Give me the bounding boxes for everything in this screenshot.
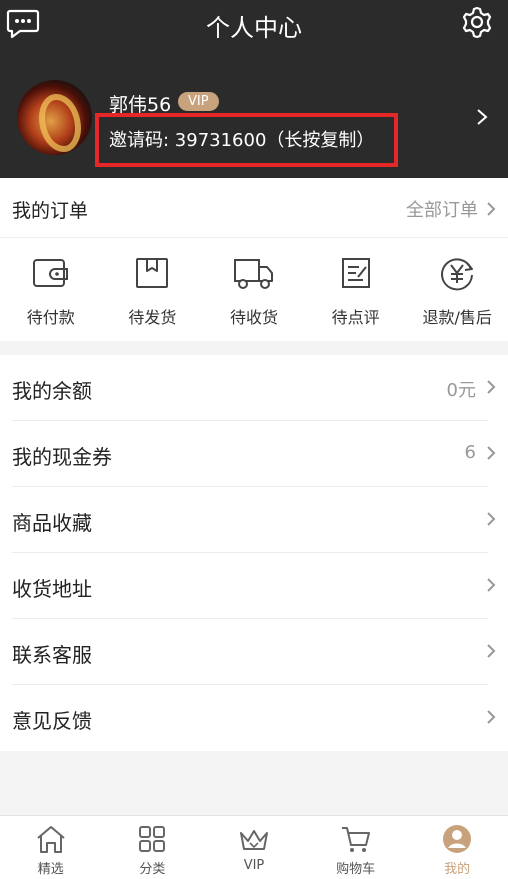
refund-yen-icon — [441, 258, 474, 291]
menu-customer-service[interactable]: 联系客服 — [0, 619, 508, 685]
menu-item-label: 我的余额 — [12, 379, 92, 403]
chevron-right-icon — [487, 644, 496, 658]
menu-item-value: 6 — [464, 442, 476, 463]
menu-cash-coupons[interactable]: 我的现金券 6 — [0, 421, 508, 487]
chevron-right-icon — [487, 380, 496, 394]
tab-label: 购物车 — [336, 862, 376, 877]
menu-shipping-address[interactable]: 收货地址 — [0, 553, 508, 619]
order-status-row: 待付款 待发货 待收货 待点评 退款/售后 — [0, 238, 508, 341]
menu-list: 我的余额 0元 我的现金券 6 商品收藏 收货地址 联系客服 意见反馈 — [0, 355, 508, 751]
menu-item-label: 联系客服 — [12, 643, 92, 667]
chevron-right-icon — [487, 512, 496, 526]
bottom-nav: 精选 分类 VIP 购物车 我的 — [0, 815, 508, 879]
profile-header: 个人中心 郭伟56 VIP 邀请码: 39731600（长按复制） — [0, 0, 508, 178]
orders-header[interactable]: 我的订单 全部订单 — [0, 178, 508, 238]
order-pending-receipt[interactable]: 待收货 — [203, 238, 305, 341]
order-item-label: 待付款 — [26, 308, 75, 327]
tab-cart[interactable]: 购物车 — [305, 816, 407, 879]
user-icon — [443, 825, 472, 853]
menu-item-value: 0元 — [446, 380, 476, 401]
all-orders-label: 全部订单 — [406, 200, 478, 221]
order-item-label: 待点评 — [331, 308, 380, 327]
tab-featured[interactable]: 精选 — [0, 816, 102, 879]
top-bar: 个人中心 — [0, 0, 508, 50]
chevron-right-icon — [487, 578, 496, 592]
all-orders-link[interactable]: 全部订单 — [406, 196, 496, 222]
grid-icon — [139, 826, 166, 852]
package-icon — [136, 258, 169, 288]
order-pending-payment[interactable]: 待付款 — [0, 238, 102, 341]
chevron-right-icon — [487, 446, 496, 460]
avatar[interactable] — [17, 80, 92, 155]
tab-categories[interactable]: 分类 — [102, 816, 204, 879]
gear-icon[interactable] — [460, 5, 496, 41]
order-item-label: 待发货 — [128, 308, 177, 327]
truck-icon — [233, 259, 273, 289]
chevron-right-icon[interactable] — [476, 108, 488, 126]
crown-icon — [239, 830, 268, 850]
order-item-label: 退款/售后 — [422, 308, 492, 327]
menu-balance[interactable]: 我的余额 0元 — [0, 355, 508, 421]
tab-vip[interactable]: VIP — [203, 816, 305, 879]
cart-icon — [341, 827, 370, 852]
tab-label: 我的 — [444, 862, 471, 877]
menu-favorites[interactable]: 商品收藏 — [0, 487, 508, 553]
tab-label: VIP — [243, 858, 265, 873]
review-icon — [341, 258, 370, 288]
order-item-label: 待收货 — [229, 308, 278, 327]
menu-item-label: 意见反馈 — [12, 709, 92, 733]
page-title: 个人中心 — [206, 14, 302, 42]
menu-item-label: 收货地址 — [12, 577, 92, 601]
orders-title: 我的订单 — [12, 200, 89, 222]
order-pending-shipment[interactable]: 待发货 — [102, 238, 204, 341]
tab-mine[interactable]: 我的 — [406, 816, 508, 879]
home-icon — [37, 826, 65, 853]
orders-card: 我的订单 全部订单 待付款 待发货 待收货 待点评 退款/售后 — [0, 178, 508, 341]
menu-item-label: 我的现金券 — [12, 445, 112, 469]
order-pending-review[interactable]: 待点评 — [305, 238, 407, 341]
invite-code-highlight — [95, 113, 398, 167]
chevron-right-icon — [487, 710, 496, 724]
menu-item-label: 商品收藏 — [12, 511, 92, 535]
order-refund-aftersale[interactable]: 退款/售后 — [406, 238, 508, 341]
chevron-right-icon — [487, 202, 496, 216]
menu-feedback[interactable]: 意见反馈 — [0, 685, 508, 751]
tab-label: 分类 — [139, 862, 166, 877]
profile-section[interactable]: 郭伟56 VIP 邀请码: 39731600（长按复制） — [0, 70, 508, 170]
tab-label: 精选 — [37, 862, 64, 877]
wallet-icon — [32, 259, 68, 287]
vip-badge: VIP — [178, 92, 219, 111]
